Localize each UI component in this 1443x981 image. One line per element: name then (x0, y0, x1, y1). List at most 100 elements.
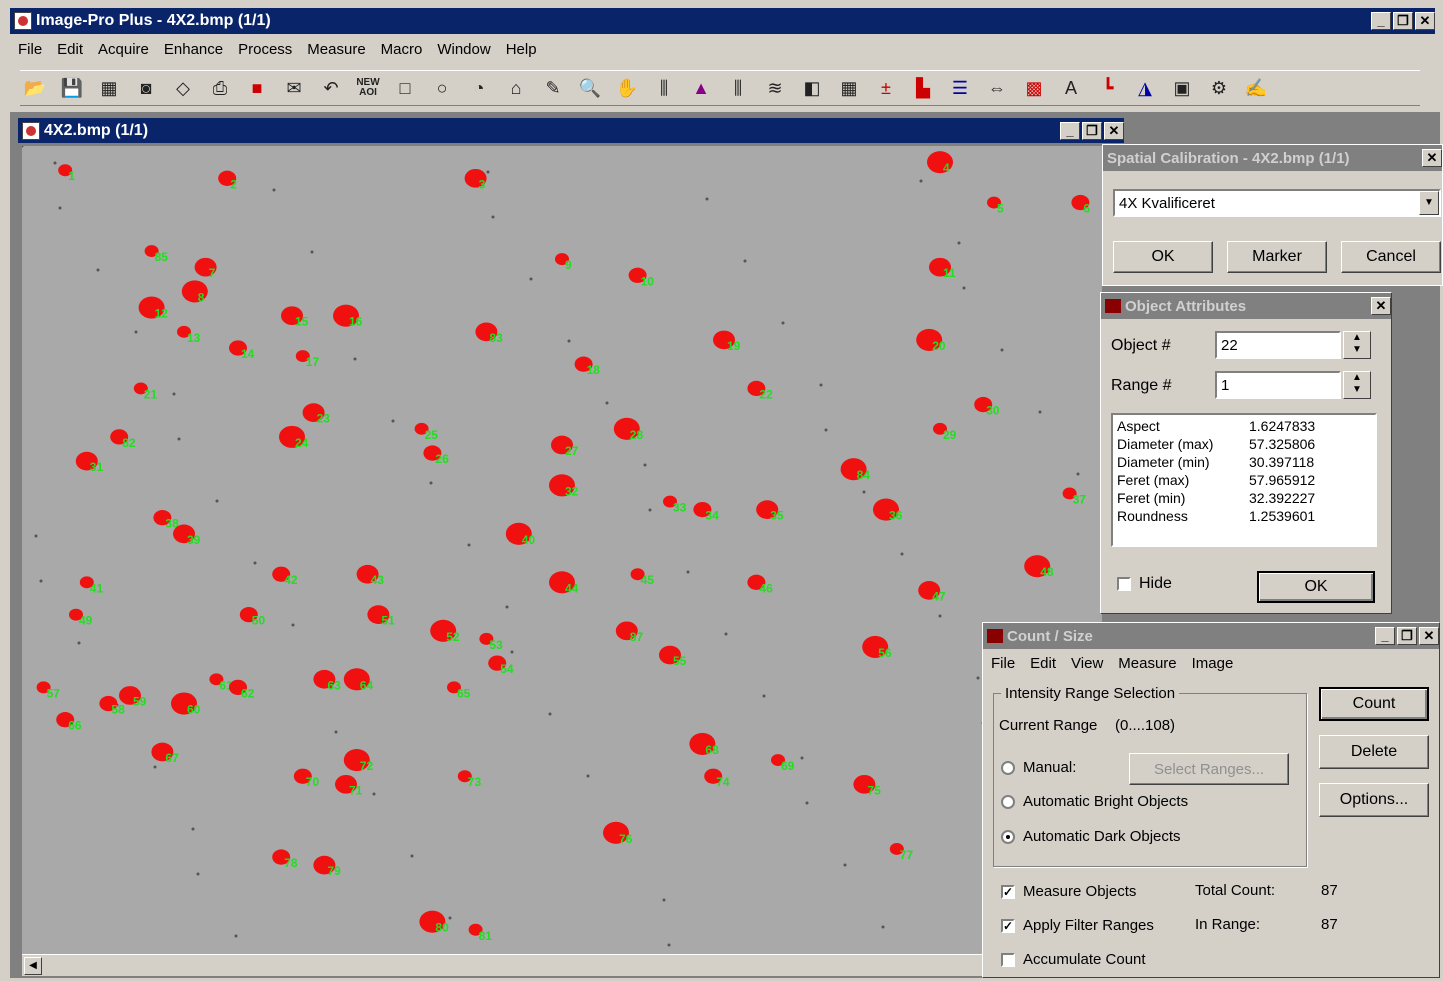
hide-checkbox-row[interactable]: Hide (1117, 575, 1172, 593)
marker-button[interactable]: Marker (1227, 241, 1327, 273)
menu-process[interactable]: Process (238, 41, 292, 58)
manual-radio[interactable] (1001, 760, 1015, 775)
color-icon[interactable]: ▙ (908, 73, 938, 103)
bright-radio-row[interactable]: Automatic Bright Objects (1001, 793, 1188, 810)
macro-icon[interactable]: ▣ (1167, 73, 1197, 103)
mail-icon[interactable]: ✉ (279, 73, 309, 103)
image-canvas[interactable]: 1 2 3 4 5 6 7 8 9 10 11 12 13 14 15 16 17 18 19 20 21 22 23 24 2… (22, 146, 1102, 954)
bitmap-icon[interactable]: ▩ (1019, 73, 1049, 103)
object-number-label: 59 (133, 694, 147, 708)
count-restore-button[interactable]: ❐ (1397, 627, 1417, 645)
range-number-spinner[interactable]: ▲ ▼ (1343, 371, 1371, 399)
apply-filter-checkbox[interactable]: ✓ (1001, 918, 1015, 933)
spatial-close-button[interactable]: ✕ (1422, 149, 1442, 167)
image-minimize-button[interactable]: _ (1060, 121, 1080, 140)
manual-radio-row[interactable]: Manual: (1001, 759, 1076, 776)
image-hscrollbar[interactable]: ◀ (22, 954, 1102, 976)
profile-icon[interactable]: ┗ (1093, 73, 1123, 103)
image-close-button[interactable]: ✕ (1104, 121, 1124, 140)
grid-measure-icon[interactable]: ▦ (834, 73, 864, 103)
open-icon[interactable]: 📂 (20, 73, 50, 103)
rectangle-icon[interactable]: □ (390, 73, 420, 103)
menu-acquire[interactable]: Acquire (98, 41, 149, 58)
object-number-label: 79 (327, 864, 341, 878)
close-button[interactable]: ✕ (1415, 12, 1435, 30)
count-menu-view[interactable]: View (1071, 655, 1103, 672)
eraser-icon[interactable]: ◇ (168, 73, 198, 103)
ellipse-icon[interactable]: ○ (427, 73, 457, 103)
select-ranges-button[interactable]: Select Ranges... (1129, 753, 1289, 785)
chevron-down-icon[interactable]: ▼ (1419, 191, 1439, 215)
background-speck (762, 694, 766, 698)
restore-button[interactable]: ❐ (1393, 12, 1413, 30)
calibration-select[interactable]: 4X Kvalificeret ▼ (1113, 189, 1441, 217)
count-menu-file[interactable]: File (991, 655, 1015, 672)
menu-help[interactable]: Help (506, 41, 537, 58)
menu-edit[interactable]: Edit (57, 41, 83, 58)
undo-icon[interactable]: ↶ (316, 73, 346, 103)
hide-checkbox[interactable] (1117, 577, 1131, 591)
filters-icon[interactable]: ⫼ (723, 73, 753, 103)
menu-macro[interactable]: Macro (381, 41, 423, 58)
pencil-icon[interactable]: ✎ (538, 73, 568, 103)
new-aoi-icon[interactable]: NEW AOI (353, 73, 383, 103)
count-icon[interactable]: ± (871, 73, 901, 103)
contrast-icon[interactable]: ◧ (797, 73, 827, 103)
irregular-icon[interactable]: ◔ (464, 73, 494, 103)
count-menu-measure[interactable]: Measure (1118, 655, 1176, 672)
options-button[interactable]: Options... (1319, 783, 1429, 817)
dark-radio-row[interactable]: Automatic Dark Objects (1001, 828, 1181, 845)
image-window-titlebar: 4X2.bmp (1/1) _ ❐ ✕ (18, 118, 1124, 143)
background-speck (448, 916, 452, 920)
camera-icon[interactable]: ◙ (131, 73, 161, 103)
script-icon[interactable]: ⚙ (1204, 73, 1234, 103)
object-number-input[interactable]: 22 (1215, 331, 1341, 359)
layers-icon[interactable]: ≋ (760, 73, 790, 103)
menu-file[interactable]: File (18, 41, 42, 58)
spatial-icon[interactable]: ⇔ (982, 73, 1012, 103)
attribute-list[interactable]: Aspect 1.6247833 Diameter (max) 57.325806 … (1111, 413, 1377, 547)
background-speck (467, 543, 471, 547)
sliders-icon[interactable]: ⫼ (649, 73, 679, 103)
count-menu-edit[interactable]: Edit (1030, 655, 1056, 672)
background-speck (486, 170, 490, 174)
minimize-button[interactable]: _ (1371, 12, 1391, 30)
spatial-cancel-button[interactable]: Cancel (1341, 241, 1441, 273)
attrs-close-button[interactable]: ✕ (1371, 297, 1391, 315)
book-icon[interactable]: ■ (242, 73, 272, 103)
dark-objects-label: Automatic Dark Objects (1023, 828, 1181, 845)
grid-icon[interactable]: ▦ (94, 73, 124, 103)
bright-objects-radio[interactable] (1001, 794, 1015, 809)
magic-wand-icon[interactable]: ⌂ (501, 73, 531, 103)
print-icon[interactable]: ⎙ (205, 73, 235, 103)
delete-button[interactable]: Delete (1319, 735, 1429, 769)
palette-icon[interactable]: ☰ (945, 73, 975, 103)
histogram-icon[interactable]: ▲ (686, 73, 716, 103)
object-number-label: 14 (241, 347, 255, 361)
save-icon[interactable]: 💾 (57, 73, 87, 103)
text-icon[interactable]: A (1056, 73, 1086, 103)
menu-enhance[interactable]: Enhance (164, 41, 223, 58)
count-close-button[interactable]: ✕ (1419, 627, 1439, 645)
measure-objects-checkbox[interactable]: ✓ (1001, 884, 1015, 899)
chart-icon[interactable]: ◮ (1130, 73, 1160, 103)
zoom-icon[interactable]: 🔍 (575, 73, 605, 103)
hand-icon[interactable]: ✋ (612, 73, 642, 103)
image-restore-button[interactable]: ❐ (1082, 121, 1102, 140)
menu-window[interactable]: Window (437, 41, 490, 58)
count-button[interactable]: Count (1319, 687, 1429, 721)
attrs-ok-button[interactable]: OK (1257, 571, 1375, 603)
range-number-input[interactable]: 1 (1215, 371, 1341, 399)
object-number-spinner[interactable]: ▲ ▼ (1343, 331, 1371, 359)
dark-objects-radio[interactable] (1001, 829, 1015, 844)
count-menu-image[interactable]: Image (1192, 655, 1234, 672)
pen-icon[interactable]: ✍ (1241, 73, 1271, 103)
apply-filter-row[interactable]: ✓ Apply Filter Ranges (1001, 917, 1154, 934)
accumulate-row[interactable]: Accumulate Count (1001, 951, 1146, 968)
accumulate-checkbox[interactable] (1001, 952, 1015, 967)
scroll-left-arrow-icon[interactable]: ◀ (24, 957, 42, 975)
count-minimize-button[interactable]: _ (1375, 627, 1395, 645)
menu-measure[interactable]: Measure (307, 41, 365, 58)
spatial-ok-button[interactable]: OK (1113, 241, 1213, 273)
measure-objects-row[interactable]: ✓ Measure Objects (1001, 883, 1136, 900)
